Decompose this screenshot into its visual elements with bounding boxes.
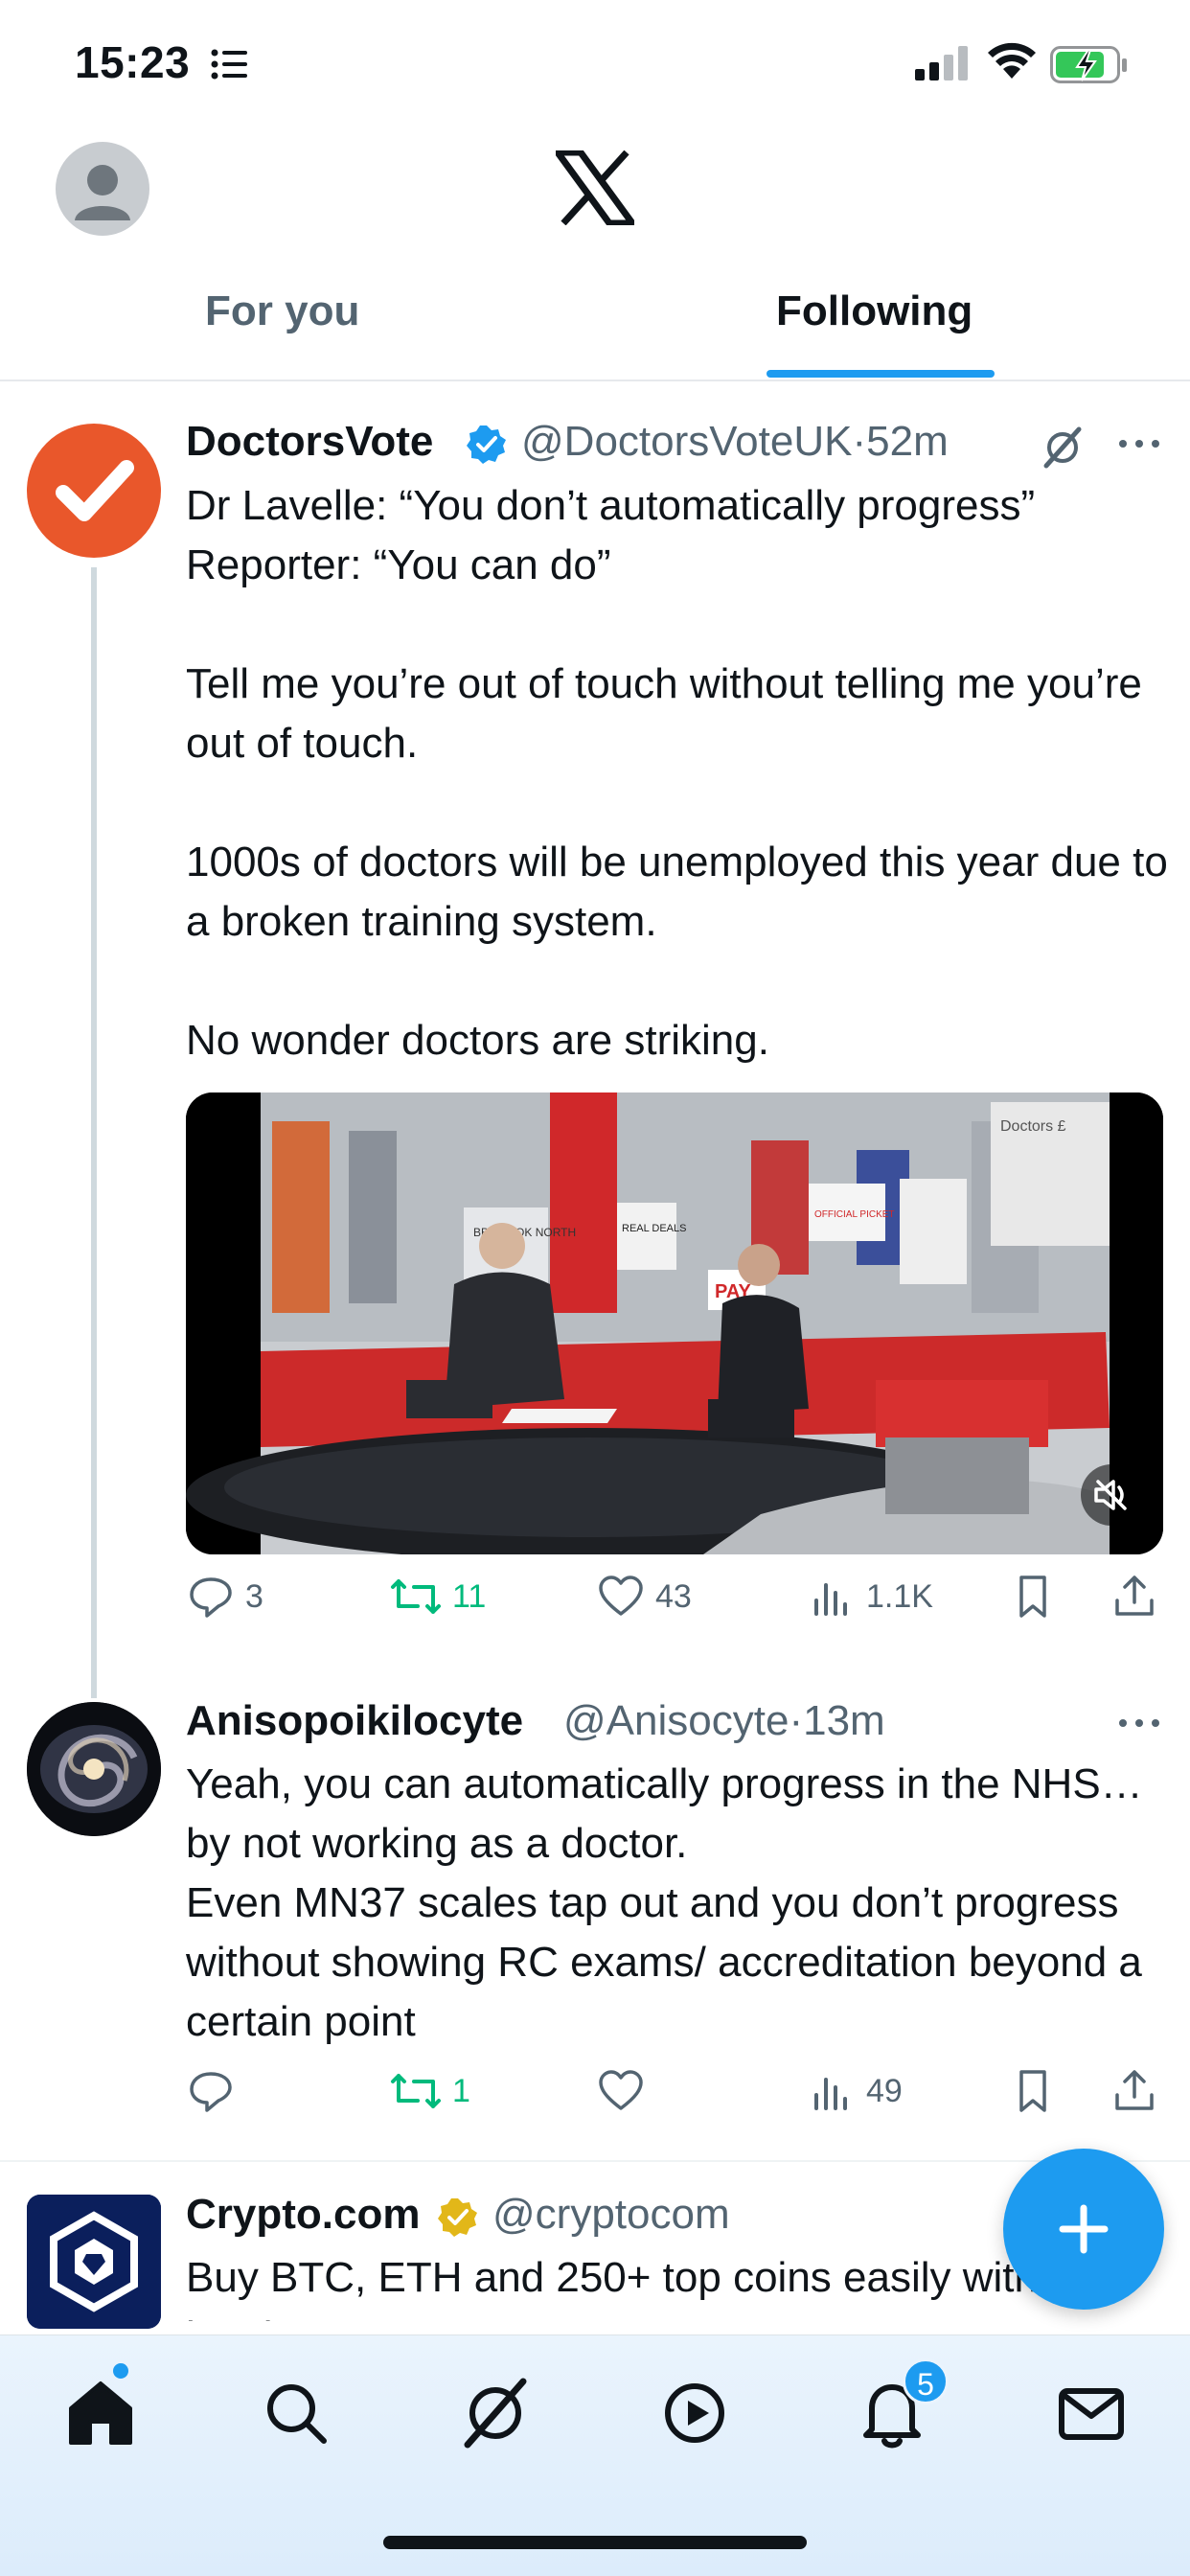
video-player[interactable]: BBC LOOK NORTH REAL DEALS PAY OFFICIAL P… (186, 1092, 1163, 1554)
tweet-text: Yeah, you can automatically progress in … (186, 1760, 1143, 2045)
compose-post-button[interactable] (1003, 2149, 1164, 2310)
tweet-paragraph: Dr Lavelle: “You don’t automatically pro… (186, 482, 1036, 588)
heart-icon (599, 1576, 643, 1616)
reply-icon (190, 2072, 232, 2112)
share-icon (1115, 2070, 1154, 2110)
cellular-signal-icon (915, 46, 968, 80)
speaker-muted-icon (1094, 1480, 1127, 1510)
tweet-paragraph: Tell me you’re out of touch without tell… (186, 660, 1142, 767)
tweet-actions: 3 11 43 1.1K (186, 1572, 1173, 1633)
timeline-tabs: For you Following (0, 268, 1190, 381)
anisopoikilocyte-avatar[interactable] (27, 1702, 161, 1836)
home-icon (69, 2381, 132, 2445)
more-options-icon[interactable] (1115, 420, 1163, 468)
repost-button[interactable]: 1 (389, 2066, 470, 2116)
bookmark-button[interactable] (1008, 1572, 1058, 1622)
battery-charging-icon (1050, 46, 1127, 83)
nav-video[interactable] (652, 2370, 738, 2456)
mute-button[interactable] (1081, 1464, 1142, 1526)
like-button[interactable] (596, 2066, 646, 2116)
grok-icon (464, 2378, 527, 2449)
grok-icon[interactable] (1039, 424, 1087, 472)
tweet-header: DoctorsVote @DoctorsVoteUK·52m (186, 414, 1173, 475)
video-icon (665, 2383, 724, 2443)
reply-button[interactable] (186, 2066, 236, 2116)
nav-home[interactable] (57, 2370, 144, 2456)
cryptocom-avatar[interactable] (27, 2195, 161, 2329)
tweet-time: 52m (866, 418, 949, 465)
video-frame: BBC LOOK NORTH REAL DEALS PAY OFFICIAL P… (186, 1092, 1163, 1554)
author-handle-time[interactable]: @Anisocyte·13m (563, 1697, 885, 1745)
video-text: OFFICIAL PICKET (814, 1209, 895, 1220)
repost-icon (391, 2074, 441, 2108)
tab-for-you[interactable]: For you (205, 288, 359, 335)
author-handle-time[interactable]: @DoctorsVoteUK·52m (521, 418, 949, 466)
checkmark-icon (56, 460, 134, 521)
profile-avatar[interactable] (56, 142, 149, 236)
tweet-actions: 1 49 (186, 2066, 1173, 2128)
heart-icon (599, 2070, 643, 2110)
crypto-com-logo-icon (27, 2195, 161, 2329)
wifi-icon (988, 42, 1036, 79)
repost-count: 11 (452, 1577, 487, 1615)
notification-count-badge: 5 (903, 2358, 949, 2404)
galaxy-avatar-image (27, 1702, 161, 1836)
view-count: 1.1K (866, 1577, 933, 1615)
status-bar: 15:23 (0, 0, 1190, 125)
views-icon (814, 1583, 847, 1616)
bookmark-icon (1019, 1576, 1046, 1618)
author-handle: @Anisocyte (563, 1697, 790, 1744)
bookmark-button[interactable] (1008, 2066, 1058, 2116)
repost-button[interactable]: 11 (389, 1572, 486, 1622)
views-icon (814, 2078, 847, 2110)
separator-dot: · (852, 418, 867, 465)
share-button[interactable] (1110, 1572, 1159, 1622)
tweet-header: Anisopoikilocyte @Anisocyte·13m (186, 1693, 1173, 1755)
views-button[interactable]: 1.1K (807, 1572, 933, 1622)
nav-messages[interactable] (1048, 2370, 1134, 2456)
share-icon (1115, 1576, 1154, 1616)
messages-icon (1059, 2388, 1124, 2440)
status-time: 15:23 (75, 37, 191, 87)
like-count: 43 (655, 1577, 692, 1615)
tweet-time: 13m (803, 1697, 885, 1744)
repost-icon (391, 1579, 441, 1614)
video-text: Doctors £ (1000, 1118, 1066, 1135)
author-name[interactable]: Crypto.com (186, 2191, 420, 2239)
share-button[interactable] (1110, 2066, 1159, 2116)
home-unread-dot (113, 2363, 128, 2379)
verified-badge-icon[interactable] (466, 424, 508, 466)
views-button[interactable]: 49 (807, 2066, 903, 2116)
x-logo-icon[interactable] (556, 150, 634, 225)
more-options-icon[interactable] (1115, 1699, 1163, 1747)
like-button[interactable]: 43 (596, 1572, 692, 1622)
thread-connector (91, 567, 97, 1698)
view-count: 49 (866, 2072, 903, 2109)
author-name[interactable]: Anisopoikilocyte (186, 1697, 523, 1745)
author-handle: @DoctorsVoteUK (521, 418, 853, 465)
gold-verified-badge-icon[interactable] (437, 2196, 479, 2239)
tweet-paragraph: No wonder doctors are striking. (186, 1017, 769, 1064)
plus-icon (1059, 2204, 1109, 2254)
bookmark-icon (1019, 2070, 1046, 2112)
tab-following[interactable]: Following (776, 288, 973, 335)
doctorsvote-avatar[interactable] (27, 424, 161, 558)
separator-dot: · (789, 1697, 804, 1744)
active-tab-indicator (767, 370, 995, 378)
focus-list-icon (211, 49, 247, 80)
reply-icon (190, 1577, 232, 1618)
home-indicator[interactable] (383, 2536, 807, 2549)
reply-count: 3 (245, 1577, 263, 1615)
author-name[interactable]: DoctorsVote (186, 418, 433, 466)
repost-count: 1 (452, 2072, 470, 2109)
reply-button[interactable]: 3 (186, 1572, 263, 1622)
author-handle[interactable]: @cryptocom (492, 2191, 730, 2239)
tweet-paragraph: 1000s of doctors will be unemployed this… (186, 839, 1168, 945)
nav-search[interactable] (253, 2370, 339, 2456)
default-user-icon (75, 165, 130, 220)
nav-grok[interactable] (452, 2370, 538, 2456)
search-icon (267, 2384, 327, 2444)
video-text: REAL DEALS (622, 1223, 686, 1234)
tweet-text: Dr Lavelle: “You don’t automatically pro… (186, 476, 1173, 1070)
